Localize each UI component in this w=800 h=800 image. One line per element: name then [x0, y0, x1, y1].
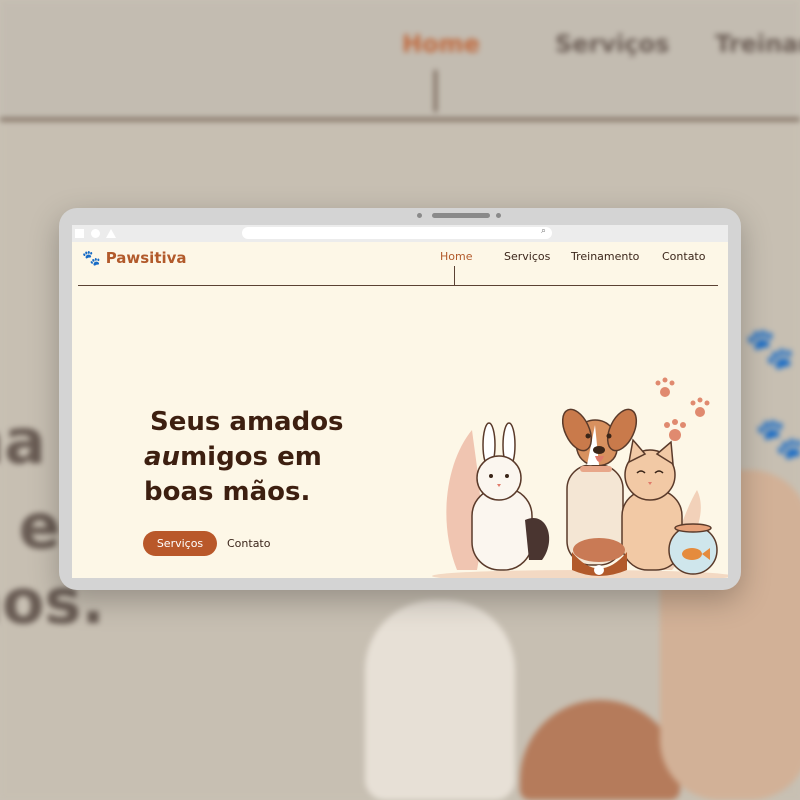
search-icon[interactable]: ⌕ — [541, 226, 546, 236]
blurred-nav-indicator — [434, 70, 437, 112]
header-divider — [78, 285, 718, 286]
blurred-nav-servicos: Serviços — [555, 30, 670, 58]
triangle-control-icon[interactable] — [106, 229, 116, 238]
blurred-hero-text-1: na — [0, 405, 46, 478]
pets-illustration — [432, 377, 728, 578]
blurred-nav-treinam: Treinam — [715, 30, 800, 58]
hero-line-1: Seus amados — [150, 407, 344, 437]
nav-servicos[interactable]: Serviços — [504, 250, 550, 263]
brand-name: Pawsitiva — [105, 249, 187, 267]
hero-line-2-rest: migos em — [180, 442, 322, 472]
paw-prints — [655, 377, 710, 441]
hero-au: au — [144, 442, 181, 472]
blurred-bowl — [520, 700, 680, 800]
browser-toolbar: ⌕ — [72, 225, 728, 242]
servicos-button[interactable]: Serviços — [143, 531, 217, 556]
nav-home[interactable]: Home — [440, 250, 472, 263]
contato-link[interactable]: Contato — [227, 537, 270, 550]
paw-icon: 🐾 — [82, 249, 101, 267]
speaker-bar — [432, 213, 490, 218]
blurred-hero-text-2: s e — [0, 490, 61, 563]
nav-treinamento[interactable]: Treinamento — [571, 250, 639, 263]
rabbit — [471, 422, 550, 571]
nav-contato[interactable]: Contato — [662, 250, 705, 263]
blurred-nav-home: Home — [402, 30, 480, 58]
webpage: 🐾 Pawsitiva Home Serviços Treinamento Co… — [72, 242, 728, 578]
blurred-paw-icon: 🐾 — [755, 416, 800, 462]
hero-heading: Seus amados aumigos em boas mãos. — [144, 405, 344, 510]
blurred-paw-icon: 🐾 — [745, 326, 795, 372]
address-bar[interactable]: ⌕ — [242, 226, 552, 239]
nav-active-indicator — [454, 266, 455, 285]
browser-window: ⌕ 🐾 Pawsitiva Home Serviços Treinamento … — [59, 208, 741, 590]
hero-line-2: aumigos em — [144, 440, 344, 475]
blurred-header: Home Serviços Treinam — [0, 0, 800, 121]
brand-logo[interactable]: 🐾 Pawsitiva — [82, 249, 187, 267]
blurred-rabbit — [365, 600, 515, 800]
food-bowl — [572, 538, 627, 576]
camera-dot — [417, 213, 422, 218]
hero-line-3: boas mãos. — [144, 477, 311, 507]
square-control-icon[interactable] — [75, 229, 84, 238]
camera-dot — [496, 213, 501, 218]
circle-control-icon[interactable] — [91, 229, 100, 238]
